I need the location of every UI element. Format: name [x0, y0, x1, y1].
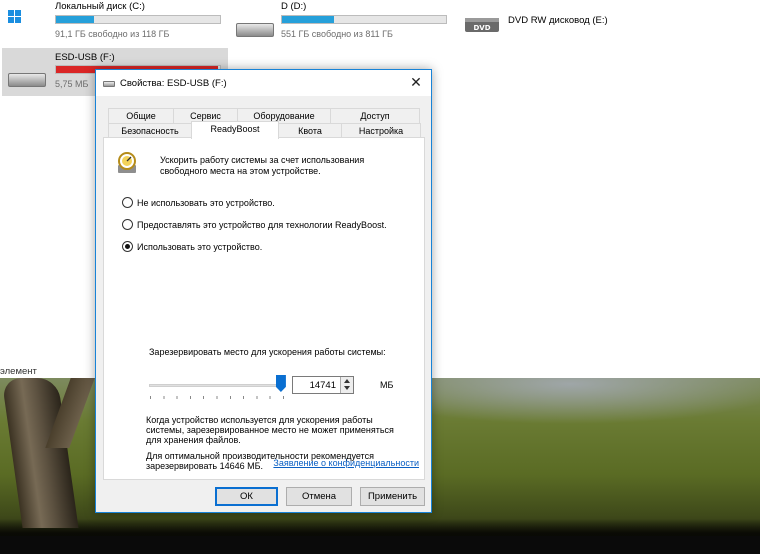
stepper-up-icon[interactable]: [344, 379, 350, 383]
close-button[interactable]: ✕: [401, 70, 431, 96]
option-label: Предоставлять это устройство для техноло…: [137, 219, 387, 230]
drive-c-usage-fill: [56, 16, 94, 23]
apply-button[interactable]: Применить: [360, 487, 425, 506]
reserve-slider-track[interactable]: [149, 384, 285, 387]
drive-c-free: 91,1 ГБ свободно из 118 ГБ: [55, 29, 170, 39]
ok-button[interactable]: ОК: [215, 487, 278, 506]
radio-button[interactable]: [122, 219, 133, 230]
option-label: Не использовать это устройство.: [137, 197, 275, 208]
reserve-size-value[interactable]: 14741: [310, 380, 336, 391]
reserve-size-stepper[interactable]: 14741: [292, 376, 354, 394]
drive-c-usage-bar: [55, 15, 221, 24]
cancel-button[interactable]: Отмена: [286, 487, 352, 506]
taskbar: [0, 536, 760, 554]
usb-drive-icon: [103, 81, 115, 87]
hard-drive-icon: [236, 23, 274, 37]
svg-text:DVD: DVD: [473, 24, 490, 32]
drive-d-free: 551 ГБ свободно из 811 ГБ: [281, 29, 393, 39]
drive-d-name: D (D:): [281, 1, 307, 12]
tab-sharing[interactable]: Доступ: [330, 108, 420, 124]
dialog-titlebar[interactable]: Свойства: ESD-USB (F:) ✕: [96, 70, 431, 96]
tab-general[interactable]: Общие: [108, 108, 174, 124]
dvd-drive-icon: DVD: [465, 18, 499, 32]
radio-button[interactable]: [122, 241, 133, 252]
drive-d-usage-fill: [282, 16, 335, 23]
status-bar-text: элемент: [0, 366, 37, 377]
readyboost-panel: Ускорить работу системы за счет использо…: [103, 137, 425, 480]
readyboost-intro: Ускорить работу системы за счет использо…: [160, 155, 365, 176]
privacy-statement-link[interactable]: Заявление о конфиденциальности: [244, 458, 419, 468]
stepper-down-icon[interactable]: [344, 386, 350, 390]
drive-c-name: Локальный диск (C:): [55, 1, 145, 12]
reserve-slider-thumb[interactable]: [275, 375, 286, 392]
option-use[interactable]: Использовать это устройство.: [122, 241, 262, 252]
option-do-not-use[interactable]: Не использовать это устройство.: [122, 197, 275, 208]
info-reserved-space: Когда устройство используется для ускоре…: [146, 415, 394, 445]
drive-f-name: ESD-USB (F:): [55, 52, 115, 63]
drive-d-usage-bar: [281, 15, 447, 24]
drive-f-free: 5,75 МБ: [55, 79, 89, 89]
windows-drive-icon: [8, 10, 21, 23]
readyboost-gauge-icon: [118, 152, 136, 173]
properties-dialog: Свойства: ESD-USB (F:) ✕ Общие Сервис Об…: [95, 69, 432, 513]
option-label: Использовать это устройство.: [137, 241, 263, 252]
size-unit: МБ: [380, 380, 394, 390]
radio-button[interactable]: [122, 197, 133, 208]
dialog-title: Свойства: ESD-USB (F:): [120, 78, 227, 89]
drive-e-name: DVD RW дисковод (E:): [508, 15, 608, 26]
option-dedicate[interactable]: Предоставлять это устройство для техноло…: [122, 219, 387, 230]
stepper-arrows[interactable]: [340, 377, 353, 393]
reserve-space-label: Зарезервировать место для ускорения рабо…: [149, 347, 386, 357]
slider-ticks: [150, 396, 284, 399]
usb-drive-icon: [8, 73, 46, 87]
tab-readyboost[interactable]: ReadyBoost: [191, 121, 279, 139]
